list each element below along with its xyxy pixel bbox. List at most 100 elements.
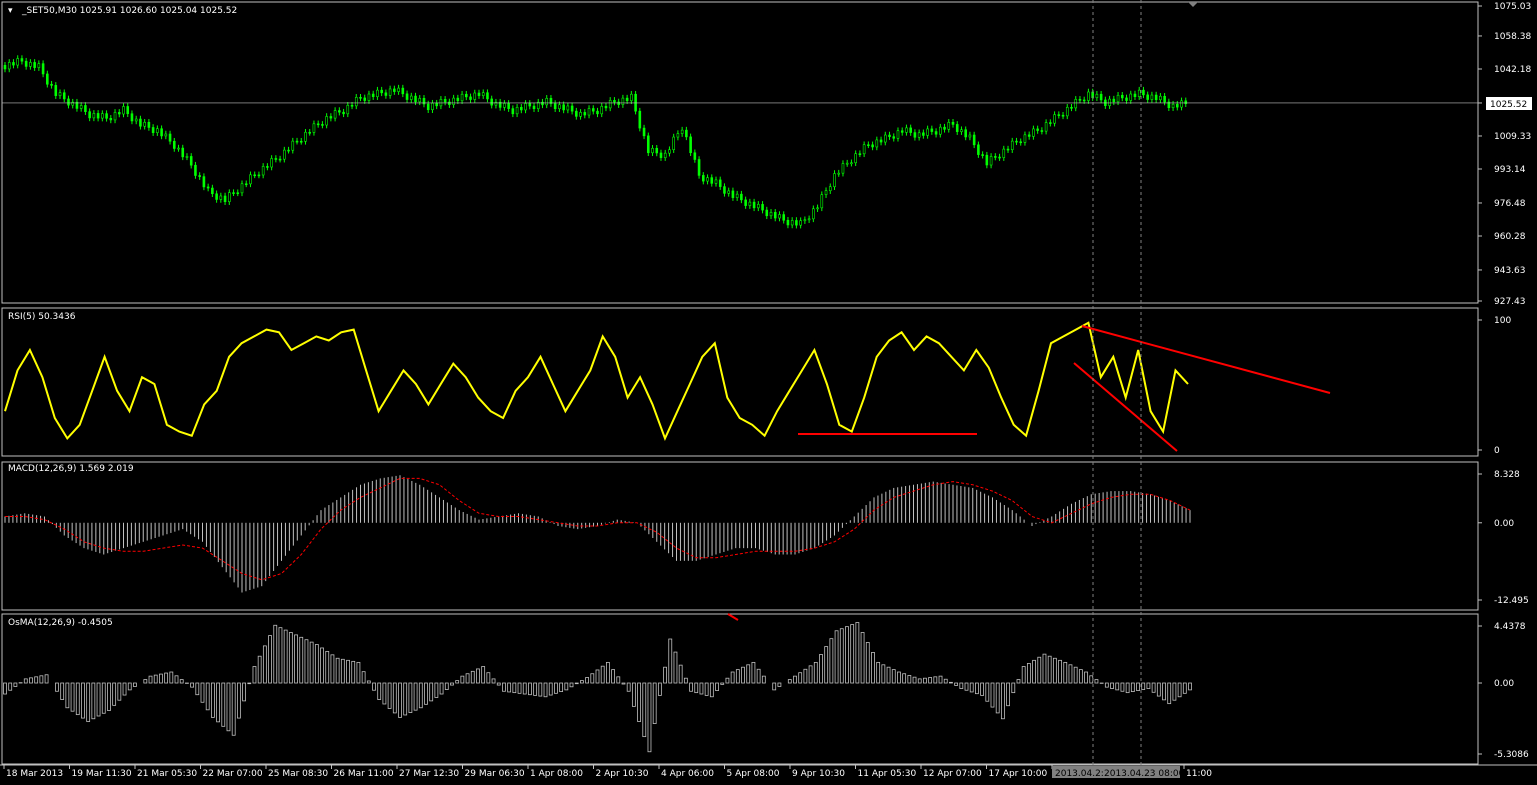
osma-axis-tick-label: -5.3086 xyxy=(1494,750,1529,760)
price-candle-body xyxy=(1065,106,1069,117)
price-candle-body xyxy=(270,158,273,168)
osma-bar xyxy=(1052,657,1057,684)
time-tick-label: 17 Apr 10:00 xyxy=(989,769,1048,779)
osma-bar xyxy=(3,682,7,695)
osma-bar xyxy=(372,682,376,691)
shift-marker-icon[interactable] xyxy=(1188,2,1198,7)
price-candle-body xyxy=(1184,100,1188,105)
osma-bar xyxy=(34,676,39,684)
price-candle-body xyxy=(50,83,53,86)
osma-bar xyxy=(678,664,683,684)
price-candle-body xyxy=(473,92,477,100)
price-candle-body xyxy=(600,105,604,115)
osma-bar xyxy=(496,682,501,686)
osma-bar xyxy=(23,678,28,684)
price-candle-body xyxy=(354,96,358,107)
osma-bar xyxy=(340,658,345,684)
price-candle-body xyxy=(84,105,87,112)
price-candle-body xyxy=(185,156,189,158)
price-candle-body xyxy=(409,95,413,100)
panel-frames xyxy=(0,1,1537,766)
osma-bar xyxy=(1125,682,1130,694)
osma-bar xyxy=(522,682,527,695)
price-candle-body xyxy=(380,89,383,94)
price-candle-body xyxy=(211,187,214,195)
osma-bar xyxy=(980,682,985,696)
osma-bar xyxy=(704,682,709,696)
price-candle-body xyxy=(274,158,278,160)
price-candle-body xyxy=(1112,98,1116,103)
collapse-arrow-icon[interactable]: ▾ xyxy=(8,6,13,16)
osma-bar xyxy=(8,682,13,691)
osma-bar xyxy=(730,671,735,684)
osma-axis-tick-label: 4.4378 xyxy=(1494,622,1526,632)
osma-bar xyxy=(907,675,912,684)
price-candle-body xyxy=(7,62,11,70)
price-candle-body xyxy=(388,88,392,96)
price-candle-body xyxy=(693,152,697,160)
price-candle-body xyxy=(812,208,815,220)
price-candle-body xyxy=(71,101,75,106)
price-candle-body xyxy=(1057,114,1061,116)
price-candle-body xyxy=(1163,95,1166,103)
price-candle-body xyxy=(562,104,565,111)
price-candle-body xyxy=(333,110,337,119)
price-candle-body xyxy=(651,147,654,154)
osma-bar xyxy=(517,682,522,694)
osma-bar xyxy=(611,669,615,684)
osma-bar xyxy=(891,669,896,684)
price-candle-body xyxy=(1171,103,1175,108)
price-axis-tick-label: 1042.18 xyxy=(1494,65,1531,75)
osma-bar xyxy=(1089,675,1094,684)
price-candle-body xyxy=(659,152,663,158)
osma-histogram xyxy=(3,622,1192,753)
osma-bar xyxy=(1188,682,1192,691)
price-candle-body xyxy=(824,190,828,195)
price-candle-body xyxy=(232,192,235,194)
osma-bar xyxy=(195,682,200,696)
price-candle-body xyxy=(583,112,587,116)
time-tick-label: 1 Apr 08:00 xyxy=(530,769,583,779)
price-candle-body xyxy=(1154,94,1158,101)
osma-bar xyxy=(512,682,517,694)
price-candle-body xyxy=(1159,95,1162,101)
osma-bar xyxy=(112,682,117,706)
rsi-upper-trendline[interactable] xyxy=(1081,325,1331,394)
osma-bar xyxy=(751,661,756,684)
osma-bar xyxy=(808,665,813,684)
osma-bar xyxy=(865,642,870,684)
price-candle-body xyxy=(613,100,616,103)
osma-bar xyxy=(720,682,725,685)
time-tick-label: 5 Apr 08:00 xyxy=(727,769,780,779)
price-candle-body xyxy=(443,99,447,103)
osma-bar xyxy=(683,677,688,684)
chart-canvas[interactable]: 1075.03 1058.38 1042.18 1025.52 1009.33 993.1… xyxy=(0,0,1537,785)
price-candle-body xyxy=(1032,128,1035,137)
price-candle-body xyxy=(503,103,506,108)
rsi-lower-trendline[interactable] xyxy=(1073,362,1178,452)
osma-bar xyxy=(595,669,600,684)
price-candle-body xyxy=(706,177,709,182)
stray-trendline-stub[interactable] xyxy=(727,613,739,621)
osma-bar xyxy=(689,682,693,692)
osma-bar xyxy=(1094,679,1099,684)
osma-bar xyxy=(798,672,803,684)
osma-bar xyxy=(91,682,96,720)
price-candle-body xyxy=(807,218,811,221)
osma-bar xyxy=(1136,682,1140,691)
price-candle-body xyxy=(1015,140,1018,143)
price-candle-body xyxy=(943,126,946,130)
osma-bar xyxy=(600,665,605,684)
osma-bar xyxy=(13,682,18,687)
price-candle-body xyxy=(638,110,642,129)
osma-bar xyxy=(107,682,111,711)
price-candle-body xyxy=(668,149,671,154)
osma-bar xyxy=(70,682,75,712)
time-tick-label: 11 Apr 05:30 xyxy=(858,769,917,779)
osma-bar xyxy=(975,682,979,695)
time-tick-label: 19 Mar 11:30 xyxy=(72,769,132,779)
price-axis-tick-label: 943.63 xyxy=(1494,266,1526,276)
osma-bar xyxy=(964,682,969,691)
osma-bar xyxy=(580,680,584,684)
osma-bar xyxy=(81,682,85,719)
